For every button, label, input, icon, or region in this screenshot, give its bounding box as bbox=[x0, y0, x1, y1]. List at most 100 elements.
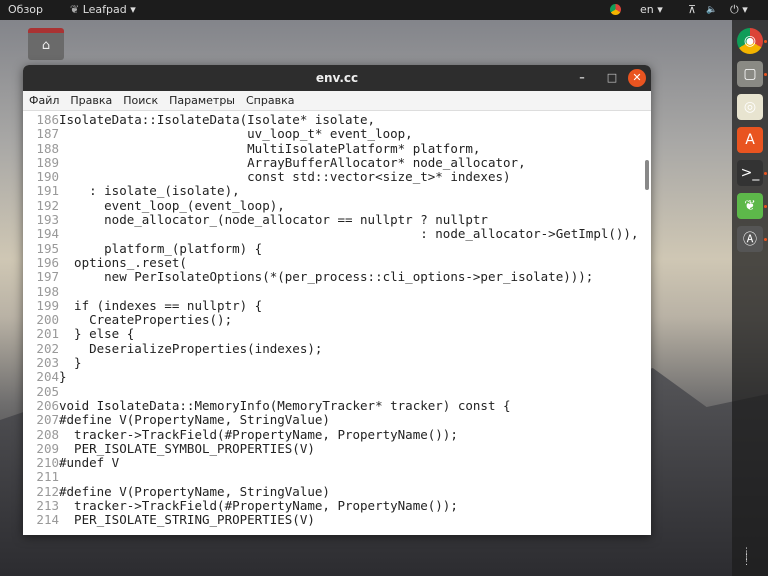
volume-icon[interactable]: 🔈 bbox=[706, 5, 717, 15]
line-number: 211 bbox=[36, 469, 59, 485]
home-folder-icon[interactable]: ⌂ bbox=[28, 28, 64, 60]
dock-leafpad-icon[interactable]: ❦ bbox=[737, 193, 763, 219]
line-number: 197 bbox=[36, 269, 59, 285]
code-line: 194 : node_allocator->GetImpl()), bbox=[23, 226, 651, 242]
network-icon[interactable]: ⊼ bbox=[688, 3, 696, 16]
line-number: 187 bbox=[36, 126, 59, 142]
line-number: 206 bbox=[36, 397, 59, 413]
language-selector[interactable]: en ▾ bbox=[640, 3, 663, 16]
running-indicator bbox=[764, 40, 767, 43]
line-number: 199 bbox=[36, 297, 59, 313]
dock-rhythmbox-icon[interactable]: ◎ bbox=[737, 94, 763, 120]
code-line: 189 ArrayBufferAllocator* node_allocator… bbox=[23, 154, 651, 170]
dock-updater-icon[interactable]: Ⓐ bbox=[737, 226, 763, 252]
app-menu[interactable]: ❦ Leafpad ▾ bbox=[70, 3, 136, 16]
code-line: 210#undef V bbox=[23, 455, 651, 471]
code-line: 203 } bbox=[23, 355, 651, 371]
code-line: 201 } else { bbox=[23, 326, 651, 342]
running-indicator bbox=[764, 205, 767, 208]
code-line: 191 : isolate_(isolate), bbox=[23, 183, 651, 199]
code-line: 193 node_allocator_(node_allocator == nu… bbox=[23, 212, 651, 228]
dock: ◉ ▢ ◎ A >_ ❦ Ⓐ bbox=[732, 20, 768, 576]
line-number: 190 bbox=[36, 169, 59, 185]
code-text: #undef V bbox=[59, 455, 120, 471]
scrollbar-thumb[interactable] bbox=[645, 160, 649, 190]
close-button[interactable]: ✕ bbox=[628, 69, 646, 87]
line-number: 189 bbox=[36, 154, 59, 170]
running-indicator bbox=[764, 73, 767, 76]
maximize-button[interactable]: □ bbox=[603, 69, 621, 87]
code-text: uv_loop_t* event_loop, bbox=[59, 126, 413, 142]
running-indicator bbox=[764, 238, 767, 241]
code-line: 192 event_loop_(event_loop), bbox=[23, 197, 651, 213]
line-number: 193 bbox=[36, 212, 59, 228]
code-line: 204} bbox=[23, 369, 651, 385]
code-line: 195 platform_(platform) { bbox=[23, 240, 651, 256]
code-line: 186IsolateData::IsolateData(Isolate* iso… bbox=[23, 112, 651, 127]
line-number: 204 bbox=[36, 369, 59, 385]
power-menu[interactable]: ⏻ ▾ bbox=[730, 3, 748, 17]
line-number: 195 bbox=[36, 240, 59, 256]
code-line: 198 bbox=[23, 283, 651, 299]
menu-options[interactable]: Параметры bbox=[169, 94, 235, 107]
dock-chrome-icon[interactable]: ◉ bbox=[737, 28, 763, 54]
menu-search[interactable]: Поиск bbox=[123, 94, 158, 107]
code-line: 213 tracker->TrackField(#PropertyName, P… bbox=[23, 498, 651, 514]
window-title: env.cc bbox=[315, 71, 359, 85]
code-line: 207#define V(PropertyName, StringValue) bbox=[23, 412, 651, 427]
chrome-indicator-icon[interactable] bbox=[610, 4, 621, 15]
code-line: 209 PER_ISOLATE_SYMBOL_PROPERTIES(V) bbox=[23, 440, 651, 456]
line-number: 196 bbox=[36, 254, 59, 270]
dock-software-icon[interactable]: A bbox=[737, 127, 763, 153]
line-number: 210 bbox=[36, 455, 59, 471]
code-text: tracker->TrackField(#PropertyName, Prope… bbox=[59, 426, 458, 442]
dock-files-icon[interactable]: ▢ bbox=[737, 61, 763, 87]
show-applications-icon[interactable]: ⋮⋮⋮ bbox=[742, 548, 758, 567]
code-line: 197 new PerIsolateOptions(*(per_process:… bbox=[23, 269, 651, 285]
title-bar[interactable]: env.cc – □ ✕ bbox=[23, 65, 651, 91]
app-menu-label: Leafpad bbox=[82, 3, 127, 16]
code-text: void IsolateData::MemoryInfo(MemoryTrack… bbox=[59, 397, 511, 413]
menu-bar: Файл Правка Поиск Параметры Справка bbox=[23, 91, 651, 111]
code-text: options_.reset( bbox=[59, 254, 187, 270]
menu-edit[interactable]: Правка bbox=[70, 94, 112, 107]
line-number: 188 bbox=[36, 140, 59, 156]
code-line: 208 tracker->TrackField(#PropertyName, P… bbox=[23, 426, 651, 442]
code-text: MultiIsolatePlatform* platform, bbox=[59, 140, 481, 156]
minimize-button[interactable]: – bbox=[573, 69, 591, 87]
code-line: 206void IsolateData::MemoryInfo(MemoryTr… bbox=[23, 397, 651, 413]
activities-button[interactable]: Обзор bbox=[8, 3, 43, 16]
line-number: 205 bbox=[36, 383, 59, 399]
leafpad-icon: ❦ bbox=[70, 3, 80, 16]
menu-help[interactable]: Справка bbox=[246, 94, 294, 107]
chevron-down-icon: ▾ bbox=[130, 3, 136, 16]
code-text: : node_allocator->GetImpl()), bbox=[59, 226, 639, 242]
code-text: new PerIsolateOptions(*(per_process::cli… bbox=[59, 269, 594, 285]
line-number: 198 bbox=[36, 283, 59, 299]
code-text: #define V(PropertyName, StringValue) bbox=[59, 483, 330, 499]
text-editor[interactable]: 186IsolateData::IsolateData(Isolate* iso… bbox=[23, 112, 651, 535]
dock-terminal-icon[interactable]: >_ bbox=[737, 160, 763, 186]
code-line: 190 const std::vector<size_t>* indexes) bbox=[23, 169, 651, 185]
code-text: } bbox=[59, 369, 67, 385]
line-number: 209 bbox=[36, 440, 59, 456]
code-text: IsolateData::IsolateData(Isolate* isolat… bbox=[59, 112, 376, 127]
leafpad-window: env.cc – □ ✕ Файл Правка Поиск Параметры… bbox=[23, 65, 651, 535]
code-line: 205 bbox=[23, 383, 651, 399]
line-number: 212 bbox=[36, 483, 59, 499]
code-text: node_allocator_(node_allocator == nullpt… bbox=[59, 212, 488, 228]
menu-file[interactable]: Файл bbox=[29, 94, 59, 107]
code-text: PER_ISOLATE_STRING_PROPERTIES(V) bbox=[59, 512, 315, 528]
code-line: 214 PER_ISOLATE_STRING_PROPERTIES(V) bbox=[23, 512, 651, 528]
line-number: 201 bbox=[36, 326, 59, 342]
code-text: event_loop_(event_loop), bbox=[59, 197, 285, 213]
line-number: 200 bbox=[36, 312, 59, 328]
code-text: tracker->TrackField(#PropertyName, Prope… bbox=[59, 498, 458, 514]
line-number: 214 bbox=[36, 512, 59, 528]
code-text: platform_(platform) { bbox=[59, 240, 263, 256]
line-number: 203 bbox=[36, 355, 59, 371]
code-text: if (indexes == nullptr) { bbox=[59, 297, 263, 313]
code-line: 211 bbox=[23, 469, 651, 485]
line-number: 192 bbox=[36, 197, 59, 213]
code-text: : isolate_(isolate), bbox=[59, 183, 240, 199]
